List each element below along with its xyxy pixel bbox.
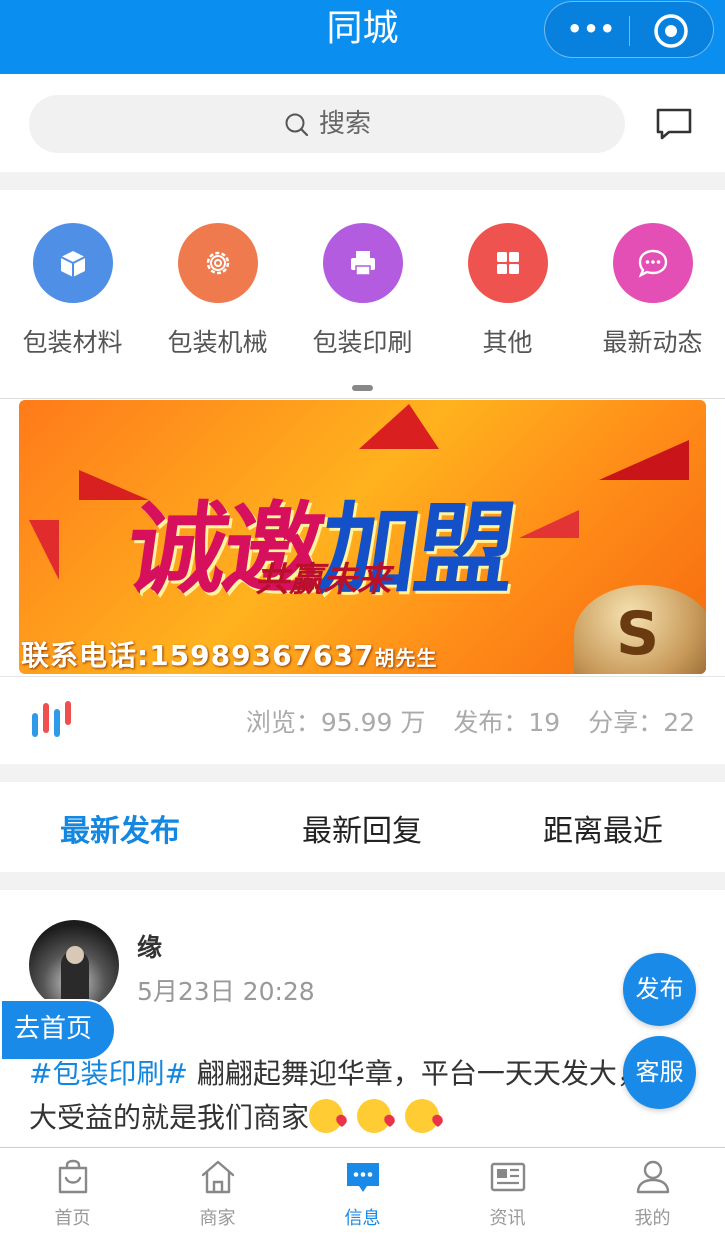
decor-triangle [599,440,689,480]
capsule-divider [629,16,630,46]
customer-service-button[interactable]: 客服 [623,1036,696,1109]
banner-contact-name: 胡先生 [374,646,438,670]
search-placeholder: 搜索 [319,109,372,139]
category-icon-circle [612,223,693,303]
money-bag-image: S [574,585,706,674]
banner-phone: 联系电话:15989367637 [21,639,375,672]
category-item-packaging-machinery[interactable]: 包装机械 [145,223,290,359]
stats-bar: 浏览：95.99 万发布：19 分享：22 [0,676,725,764]
publish-button[interactable]: 发布 [623,953,696,1026]
box-icon [60,251,85,277]
tabbar-item-mine[interactable]: 我的 [580,1158,725,1230]
tabbar-item-home[interactable]: 首页 [0,1158,145,1230]
more-icon[interactable]: ••• [567,16,615,46]
message-icon [346,1163,379,1192]
tabbar-label: 资讯 [489,1208,526,1229]
page-indicator [352,385,373,391]
category-grid: 包装材料 包装机械 包装印刷 其他 最新动态 [0,190,725,398]
tabbar-label: 首页 [54,1208,91,1229]
printer-icon [350,251,375,276]
category-icon-circle [467,223,548,303]
post-time: 5月23日 20:28 [137,977,315,1006]
category-icon-circle [177,223,258,303]
kiss-emoji-icon [405,1099,440,1133]
category-item-packaging-printing[interactable]: 包装印刷 [290,223,435,359]
post-content[interactable]: #包装印刷# 翩翩起舞迎华章，平台一天天发大，最大受益的就是我们商家 [29,1052,695,1140]
mini-program-capsule: ••• [544,1,714,58]
stat-shares: 分享：22 [588,708,695,737]
category-icon-circle [32,223,113,303]
feed-tabs: 最新发布 最新回复 距离最近 [0,782,725,872]
search-bar: 搜索 [0,74,725,172]
kiss-emoji-icon [357,1099,392,1133]
tab-nearest[interactable]: 距离最近 [543,806,663,850]
category-item-packaging-materials[interactable]: 包装材料 [0,223,145,359]
close-target-icon[interactable] [652,12,690,50]
message-icon[interactable] [655,107,693,141]
avatar[interactable] [29,920,119,1010]
category-item-latest-news[interactable]: 最新动态 [580,223,725,359]
stat-posts: 发布：19 [453,708,561,737]
news-icon [490,1162,525,1192]
decor-triangle [29,520,59,580]
post-author[interactable]: 缘 [137,928,162,964]
tab-latest-posts[interactable]: 最新发布 [60,806,180,850]
post-tag[interactable]: #包装印刷# [29,1057,188,1090]
tabbar-label: 我的 [634,1208,671,1229]
category-label: 包装机械 [167,328,268,357]
bag-letter: S [616,599,660,669]
tabbar-item-shops[interactable]: 商家 [145,1158,290,1230]
decor-triangle [519,510,579,538]
tabbar-label: 商家 [199,1208,236,1229]
category-label: 最新动态 [602,328,703,357]
banner-section: 诚邀加盟 共赢未来 S 联系电话:15989367637胡先生 [0,398,725,676]
avatar-head [66,946,84,964]
kiss-emoji-icon [309,1099,344,1133]
tabbar-item-news[interactable]: 资讯 [435,1158,580,1230]
banner-contact: 联系电话:15989367637胡先生 [21,634,438,674]
search-input[interactable]: 搜索 [29,95,625,153]
category-item-other[interactable]: 其他 [435,223,580,359]
decor-triangle [359,404,439,449]
category-label: 包装材料 [22,328,123,357]
tabbar-label: 信息 [344,1208,381,1229]
grid-icon [496,252,519,274]
category-icon-circle [322,223,403,303]
shop-icon [201,1160,234,1194]
search-icon [285,113,309,137]
promo-banner[interactable]: 诚邀加盟 共赢未来 S 联系电话:15989367637胡先生 [19,400,706,674]
title-bar: 同城 ••• [0,0,725,74]
chat-bubble-icon [638,249,667,278]
stat-views: 浏览：95.99 万 [245,708,426,737]
banner-subline: 共赢未来 [255,560,391,600]
go-home-button[interactable]: 去首页 [0,999,116,1061]
gear-icon [206,251,229,275]
tabbar-item-info[interactable]: 信息 [290,1158,435,1230]
tab-latest-replies[interactable]: 最新回复 [302,806,422,850]
bottom-tab-bar: 首页 商家 信息 资讯 我的 [0,1147,725,1235]
category-label: 其他 [482,328,533,357]
profile-icon [636,1160,669,1194]
bag-icon [58,1159,87,1194]
stats-text: 浏览：95.99 万发布：19 分享：22 [218,703,695,739]
stats-logo-icon [32,701,71,737]
category-label: 包装印刷 [312,328,413,357]
